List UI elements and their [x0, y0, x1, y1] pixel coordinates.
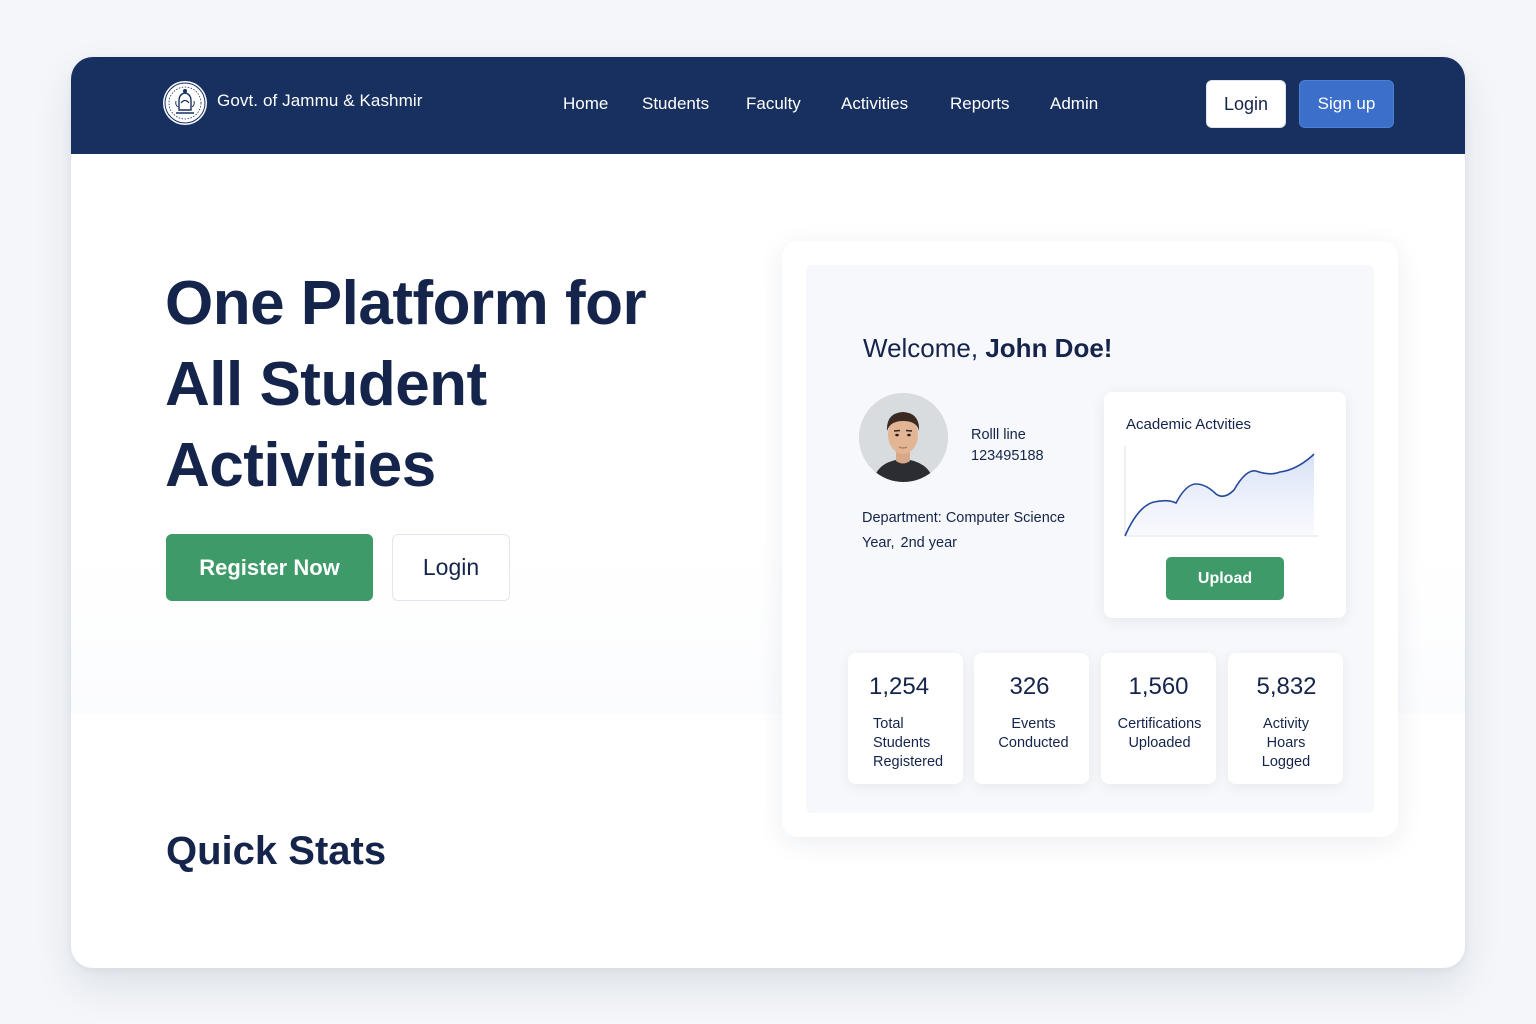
stat-label-line: Activity: [1263, 716, 1309, 732]
year-value: 2nd year: [900, 535, 957, 551]
roll-label: Rolll line: [971, 427, 1026, 443]
welcome-prefix: Welcome,: [863, 333, 979, 363]
stat-label-line: Registered: [873, 754, 944, 770]
stat-label: Total Students Registered: [848, 715, 963, 772]
hero-login-button[interactable]: Login: [392, 534, 510, 601]
stat-card-total-students: 1,254 Total Students Registered: [848, 653, 963, 784]
hero-title-line-1: One Platform for: [165, 269, 647, 338]
stat-label-line: Events: [1011, 716, 1056, 732]
brand[interactable]: Govt. of Jammu & Kashmir: [161, 79, 423, 127]
dashboard-preview-inner: Welcome, John Doe! Rolll line 123495188 …: [806, 265, 1374, 813]
hero-title-line-3: Activities: [165, 431, 436, 500]
stat-label: Activity Hoars Logged: [1228, 715, 1343, 772]
avatar-photo: [859, 393, 948, 482]
stat-label-line: Students: [873, 735, 931, 751]
hero-title-line-2: All Student: [165, 350, 487, 419]
academic-activities-title: Academic Actvities: [1126, 416, 1252, 433]
quick-stats-heading: Quick Stats: [166, 829, 387, 873]
stat-label-line: Logged: [1261, 754, 1311, 770]
stat-label-line: Total: [873, 716, 904, 732]
header-login-button[interactable]: Login: [1206, 80, 1286, 128]
nav-admin[interactable]: Admin: [1050, 94, 1098, 114]
brand-name: Govt. of Jammu & Kashmir: [217, 91, 423, 110]
stat-card-activity-hours: 5,832 Activity Hoars Logged: [1228, 653, 1343, 784]
stat-label-line: Conducted: [998, 735, 1069, 751]
upload-button[interactable]: Upload: [1166, 557, 1284, 600]
avatar: [859, 393, 948, 482]
top-navbar: Govt. of Jammu & Kashmir Home Students F…: [71, 57, 1465, 154]
stat-value: 326: [1009, 673, 1050, 700]
header-signup-button[interactable]: Sign up: [1299, 80, 1394, 128]
stat-label-line: Hoars: [1266, 735, 1306, 751]
hero-title: One Platform for All Student Activities: [165, 263, 725, 506]
stat-label-line: Uploaded: [1128, 735, 1191, 751]
nav-activities[interactable]: Activities: [841, 94, 908, 114]
app-window: Govt. of Jammu & Kashmir Home Students F…: [71, 57, 1465, 968]
year-info: Year, 2nd year: [862, 535, 957, 551]
dashboard-preview-card: Welcome, John Doe! Rolll line 123495188 …: [782, 241, 1398, 837]
welcome-message: Welcome, John Doe!: [863, 333, 1112, 364]
stat-value: 1,560: [1128, 673, 1189, 700]
stat-value: 5,832: [1256, 673, 1317, 700]
nav-home[interactable]: Home: [563, 94, 608, 114]
stat-card-events: 326 Events Conducted: [974, 653, 1089, 784]
emblem-icon: [163, 81, 207, 125]
nav-reports[interactable]: Reports: [950, 94, 1010, 114]
department: Department: Computer Science: [862, 510, 1066, 526]
activity-chart: [1124, 446, 1318, 537]
stat-label: Events Conducted: [974, 715, 1089, 753]
stat-card-certifications: 1,560 Certifications Uploaded: [1101, 653, 1216, 784]
nav-students[interactable]: Students: [642, 94, 709, 114]
academic-activities-card: Academic Actvities Upload: [1104, 392, 1346, 618]
nav-faculty[interactable]: Faculty: [746, 94, 801, 114]
welcome-user-name: John Doe!: [985, 333, 1113, 363]
roll-number: 123495188: [971, 448, 1044, 464]
register-now-button[interactable]: Register Now: [166, 534, 373, 601]
year-label: Year,: [862, 535, 895, 551]
stat-value: 1,254: [869, 673, 930, 700]
stat-label: Certifications Uploaded: [1101, 715, 1216, 753]
stat-label-line: Certifications: [1117, 716, 1202, 732]
